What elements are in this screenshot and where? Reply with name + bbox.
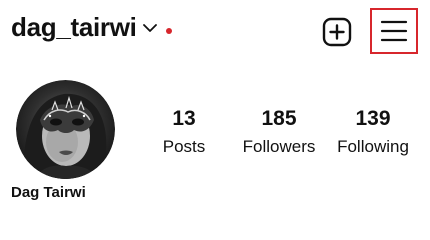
posts-stat[interactable]: 13 Posts <box>134 106 234 158</box>
hamburger-menu-icon <box>380 20 408 42</box>
followers-label: Followers <box>242 137 316 156</box>
following-stat[interactable]: 139 Following <box>323 106 423 158</box>
menu-button[interactable] <box>370 8 418 54</box>
profile-photo <box>16 80 115 179</box>
posts-label: Posts <box>162 137 206 156</box>
posts-count: 13 <box>172 107 196 130</box>
chevron-down-icon[interactable] <box>143 23 157 33</box>
account-username[interactable]: dag_tairwi <box>11 12 137 43</box>
avatar[interactable] <box>16 80 115 179</box>
following-label: Following <box>337 137 409 156</box>
profile-header: dag_tairwi <box>0 0 430 64</box>
notification-dot <box>166 28 172 34</box>
followers-stat[interactable]: 185 Followers <box>229 106 329 158</box>
create-post-button[interactable] <box>318 14 356 50</box>
followers-count: 185 <box>261 107 297 130</box>
plus-square-icon <box>322 17 352 47</box>
following-count: 139 <box>355 107 391 130</box>
profile-display-name: Dag Tairwi <box>11 184 86 201</box>
